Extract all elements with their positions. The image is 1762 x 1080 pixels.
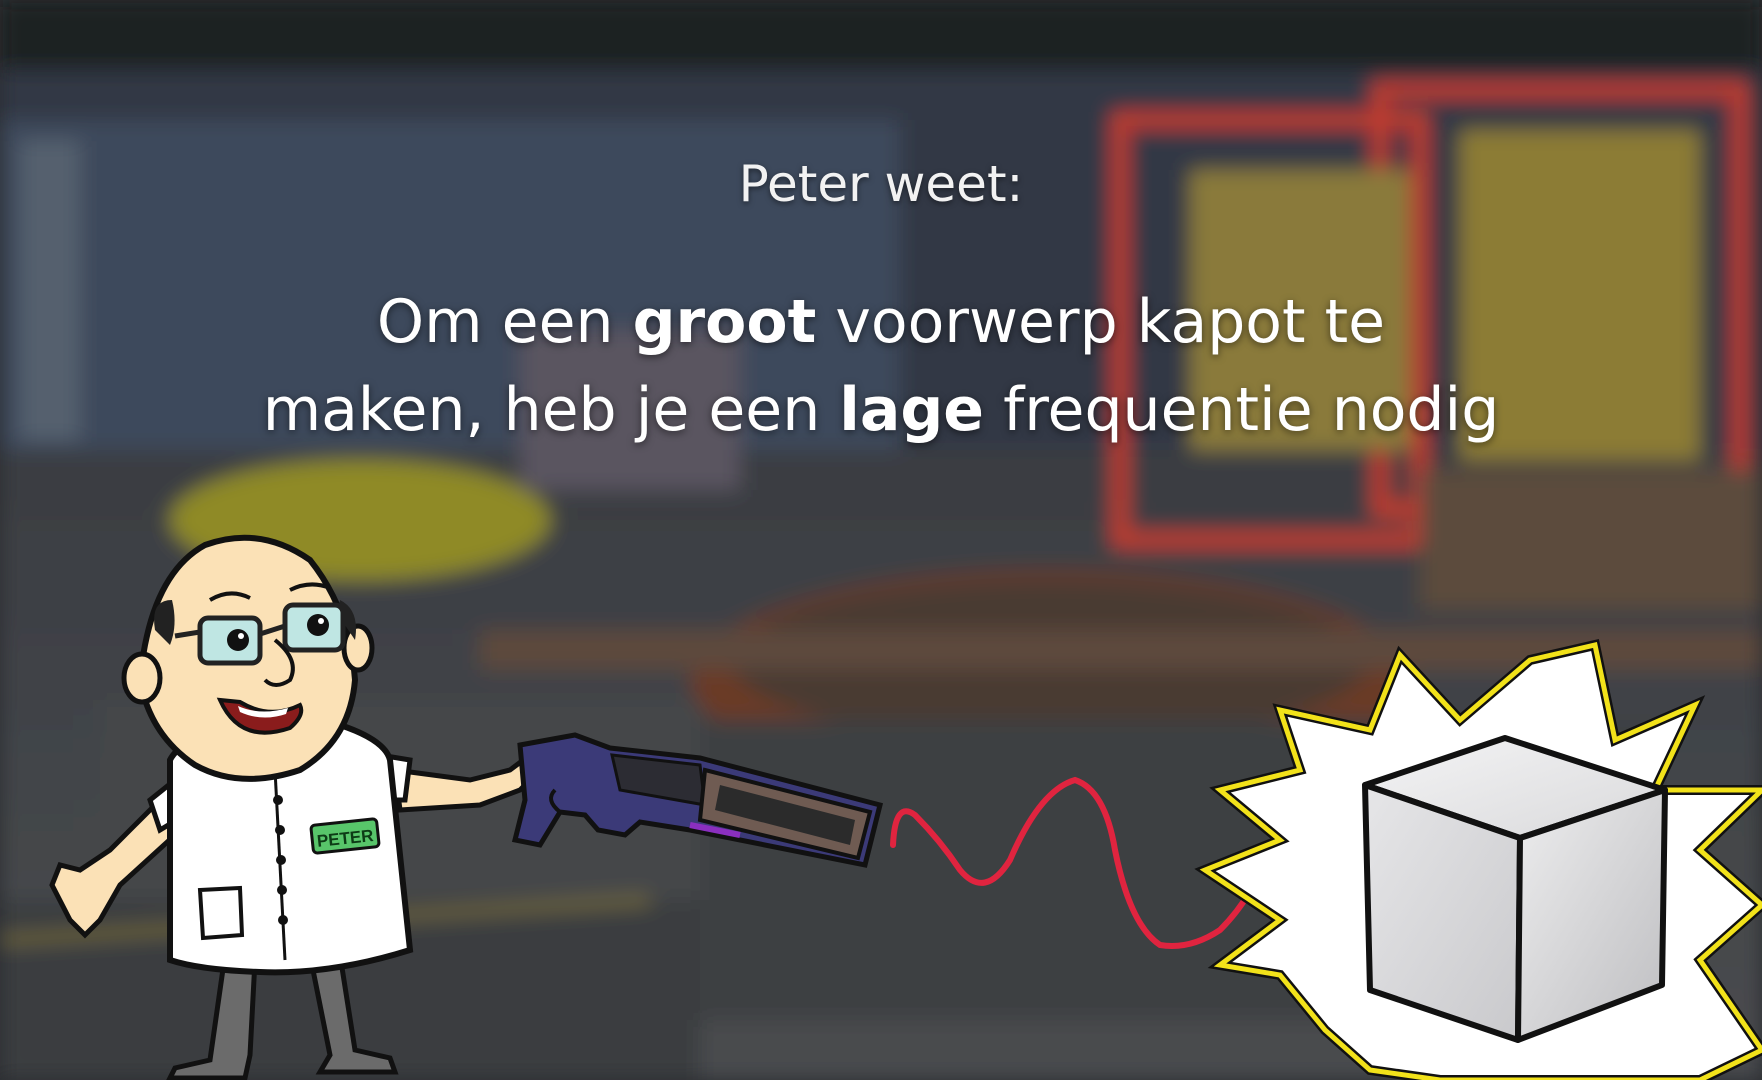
page-title: Peter weet:	[738, 155, 1024, 213]
fact-text: Om een groot voorwerp kapot te maken, he…	[250, 278, 1512, 454]
cube-target-icon	[1362, 735, 1668, 1043]
fact-line-1: Om een groot voorwerp kapot te	[250, 278, 1512, 366]
fact-line-2: maken, heb je een lage frequentie nodig	[250, 366, 1512, 454]
fact-line-1-end: voorwerp kapot te	[816, 287, 1386, 357]
fact-emphasis-lage: lage	[839, 375, 984, 445]
fact-line-2-start: maken, heb je een	[262, 375, 840, 445]
fact-line-2-end: frequentie nodig	[984, 375, 1500, 445]
fact-emphasis-groot: groot	[632, 287, 817, 357]
fact-line-1-start: Om een	[376, 287, 633, 357]
